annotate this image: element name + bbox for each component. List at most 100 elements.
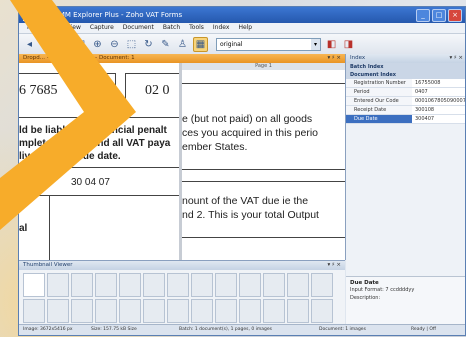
batch-next-icon[interactable]: ◨ <box>342 38 355 51</box>
fit-page-icon[interactable]: ▣ <box>74 38 87 51</box>
zoom-in-icon[interactable]: ⊕ <box>40 38 53 51</box>
stamp-icon[interactable]: ♙ <box>176 38 189 51</box>
app-icon <box>23 11 34 21</box>
page-divider <box>179 63 182 260</box>
thumbnail-item[interactable] <box>167 299 189 323</box>
menu-index[interactable]: Index <box>213 23 230 33</box>
batch-prev-icon[interactable]: ◧ <box>325 38 338 51</box>
scanned-document-image[interactable]: Page 1 6 7685 02 0 ld be liable to a fin… <box>19 63 345 260</box>
thumbnail-item[interactable] <box>191 273 213 297</box>
menu-batch[interactable]: Batch <box>163 23 180 33</box>
menu-document[interactable]: Document <box>123 23 154 33</box>
image-mode-select[interactable]: original ▾ <box>216 37 321 51</box>
page-select-icon[interactable]: ▦ <box>193 36 208 52</box>
annotate-icon[interactable]: ✎ <box>159 38 172 51</box>
pane-pin-icon[interactable]: ▾ ♯ × <box>327 54 341 63</box>
index-row-receipt-date[interactable]: Receipt Date 300108 <box>346 106 465 115</box>
form-text-line3: ember States. <box>182 141 248 153</box>
batch-index-group[interactable]: Batch Index <box>346 63 465 71</box>
index-pane-header: Index ▾ ♯ × <box>346 54 465 63</box>
menu-edit[interactable]: Edit <box>46 23 58 33</box>
index-row-registration-number[interactable]: Registration Number 16755008 <box>346 79 465 88</box>
zoom-in-icon[interactable]: ⊕ <box>91 38 104 51</box>
thumbnail-item[interactable] <box>287 273 309 297</box>
title-bar: ReSTAMM Explorer Plus - Zoho VAT Forms _… <box>19 7 465 23</box>
thumbnail-item[interactable] <box>167 273 189 297</box>
index-field-value[interactable]: 300407 <box>412 115 465 123</box>
pane-pin-icon[interactable]: ▾ ♯ × <box>327 261 341 270</box>
select-icon[interactable]: ⬚ <box>125 38 138 51</box>
document-index-group[interactable]: Document Index <box>346 71 465 79</box>
thumbnail-item[interactable] <box>215 299 237 323</box>
thumbnail-item[interactable] <box>95 299 117 323</box>
index-panel: Index ▾ ♯ × Batch Index Document Index R… <box>346 54 465 328</box>
status-bar: Image: 3672x5416 px Size: 157.75 kB Size… <box>19 324 465 335</box>
status-document: Document: 1 images <box>319 327 366 332</box>
index-field-value[interactable]: 0407 <box>412 88 465 96</box>
minimize-button[interactable]: _ <box>416 9 430 22</box>
thumbnail-item[interactable] <box>95 273 117 297</box>
thumbnail-pane-header: Thumbnail Viewer ▾ ♯ × <box>19 261 345 270</box>
form-line <box>49 195 50 260</box>
form-line <box>182 83 345 84</box>
form-text-line5: nd 2. This is your total Output <box>182 209 319 221</box>
menu-help[interactable]: Help <box>238 23 252 33</box>
thumbnail-item[interactable] <box>119 299 141 323</box>
index-field-value[interactable]: 0001067805090007 <box>412 97 465 105</box>
app-window: ReSTAMM Explorer Plus - Zoho VAT Forms _… <box>18 6 466 336</box>
status-image: Image: 3672x5416 px <box>23 327 73 332</box>
menu-tools[interactable]: Tools <box>189 23 204 33</box>
thumbnail-item[interactable] <box>143 299 165 323</box>
thumbnail-item[interactable] <box>239 273 261 297</box>
thumbnail-item[interactable] <box>47 273 69 297</box>
thumbnail-item[interactable] <box>263 273 285 297</box>
form-line <box>125 73 126 117</box>
index-field-label: Receipt Date <box>346 106 412 114</box>
document-pane-title: Dropd... – Batch: NATO17 – Document: 1 <box>23 55 135 61</box>
menu-capture[interactable]: Capture <box>90 23 114 33</box>
index-field-value[interactable]: 16755008 <box>412 79 465 87</box>
window-title: ReSTAMM Explorer Plus - Zoho VAT Forms <box>37 11 183 19</box>
penalty-warning-line1: ld be liable to a financial penalt <box>19 125 167 136</box>
thumbnail-item[interactable] <box>311 273 333 297</box>
thumbnail-item[interactable] <box>287 299 309 323</box>
nav-left-icon[interactable]: ◂ <box>23 38 36 51</box>
index-row-entered-our-code[interactable]: Entered Our Code 0001067805090007 <box>346 97 465 106</box>
thumbnail-item[interactable] <box>215 273 237 297</box>
close-button[interactable]: × <box>448 9 462 22</box>
menu-view[interactable]: View <box>67 23 81 33</box>
thumbnail-item[interactable] <box>23 299 45 323</box>
thumbnail-item[interactable] <box>191 299 213 323</box>
maximize-button[interactable]: □ <box>432 9 446 22</box>
index-pane-title: Index <box>350 55 366 61</box>
form-text-line2: ces you acquired in this perio <box>182 127 318 139</box>
penalty-warning-line3: lived by the due date. <box>19 151 121 162</box>
status-size: Size: 157.75 kB Size <box>91 327 137 332</box>
index-field-value[interactable]: 300108 <box>412 106 465 114</box>
thumbnail-item[interactable] <box>239 299 261 323</box>
thumbnail-pane-title: Thumbnail Viewer <box>23 262 73 268</box>
index-row-due-date[interactable]: Due Date 300407 <box>346 115 465 124</box>
thumbnail-item[interactable] <box>263 299 285 323</box>
thumbnail-item[interactable] <box>119 273 141 297</box>
zoom-out-icon[interactable]: ⊖ <box>108 38 121 51</box>
thumbnail-item[interactable] <box>47 299 69 323</box>
field-description-panel: Due Date Input Format: 7 ccddddyy Descri… <box>346 276 465 328</box>
hand-icon[interactable]: ✋ <box>57 38 70 51</box>
thumbnail-item[interactable] <box>71 299 93 323</box>
thumbnail-item[interactable] <box>311 299 333 323</box>
menu-file[interactable]: File <box>27 23 37 33</box>
registration-number: 6 7685 <box>19 83 58 98</box>
image-mode-value: original <box>220 40 243 48</box>
index-row-period[interactable]: Period 0407 <box>346 88 465 97</box>
index-field-label: Due Date <box>346 115 412 123</box>
chevron-down-icon[interactable]: ▾ <box>311 38 320 50</box>
period-number: 02 0 <box>145 83 170 98</box>
pane-pin-icon[interactable]: ▾ ♯ × <box>449 54 463 63</box>
thumbnail-item[interactable] <box>71 273 93 297</box>
form-line <box>125 117 179 118</box>
rotate-icon[interactable]: ↻ <box>142 38 155 51</box>
thumbnail-item[interactable] <box>23 273 45 297</box>
form-line <box>115 73 116 117</box>
thumbnail-item[interactable] <box>143 273 165 297</box>
